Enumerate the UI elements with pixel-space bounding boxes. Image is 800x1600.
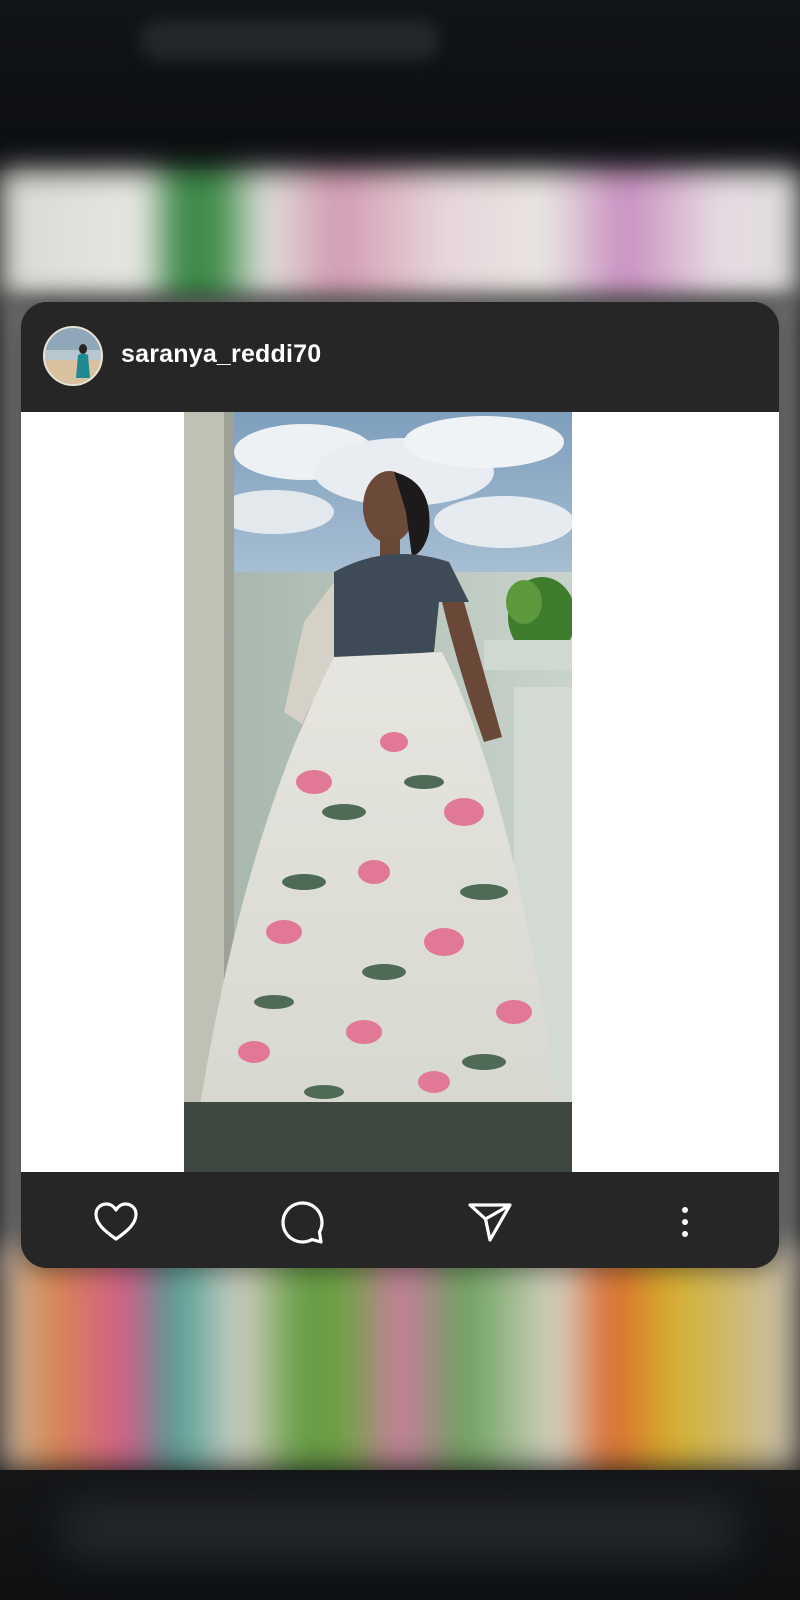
comment-button[interactable] [276,1196,328,1248]
avatar[interactable] [43,326,103,386]
share-button[interactable] [464,1196,516,1248]
heart-icon [94,1202,138,1241]
blurred-nav-glow [60,1500,740,1560]
like-button[interactable] [90,1196,142,1248]
blurred-thumbnails-row [0,1250,800,1470]
blurred-stories-row [0,170,800,300]
username[interactable]: saranya_reddi70 [121,340,321,369]
comment-icon [281,1201,324,1244]
blurred-search-bar [140,20,440,60]
more-vertical-icon [682,1207,688,1237]
post-photo [184,412,572,1172]
post-media[interactable] [21,412,779,1172]
post-preview-card: saranya_reddi70 [21,302,779,1268]
avatar-image [45,328,101,384]
post-actions-bar [21,1172,779,1268]
send-icon [468,1203,512,1242]
more-options-button[interactable] [659,1196,711,1248]
post-header: saranya_reddi70 [21,302,779,412]
photo-image [184,412,572,1172]
